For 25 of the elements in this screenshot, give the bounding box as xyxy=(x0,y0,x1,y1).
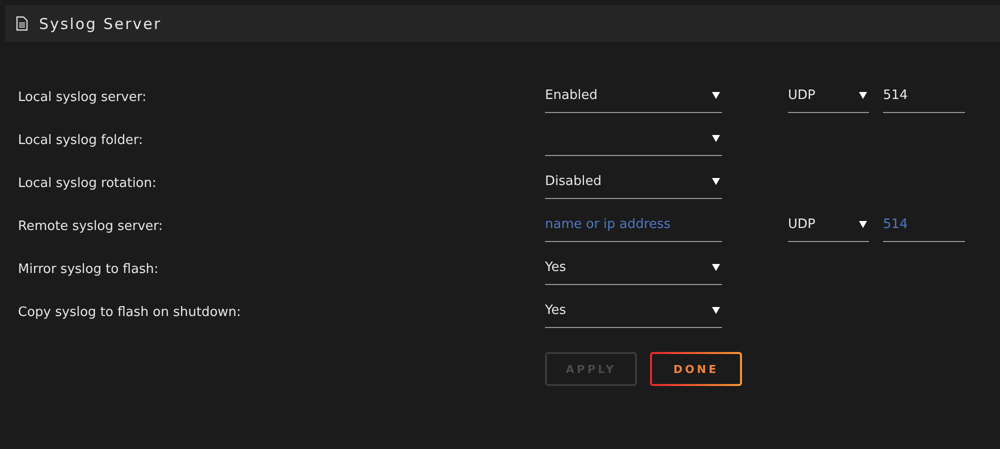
field-label: Remote syslog server: xyxy=(18,219,164,234)
done-button[interactable]: DONE xyxy=(650,352,742,386)
caret-icon xyxy=(859,220,867,228)
dropdown[interactable]: UDP xyxy=(788,213,869,242)
dropdown[interactable]: Enabled xyxy=(545,84,722,113)
dropdown[interactable]: UDP xyxy=(788,84,869,113)
dropdown[interactable]: Yes xyxy=(545,299,722,328)
input-field[interactable]: 514 xyxy=(883,213,965,242)
panel-title: Syslog Server xyxy=(39,14,162,32)
caret-icon xyxy=(712,177,720,185)
input-field[interactable]: name or ip address xyxy=(545,213,722,242)
caret-icon xyxy=(712,91,720,99)
field-label: Local syslog folder: xyxy=(18,133,144,148)
input-field[interactable]: 514 xyxy=(883,84,965,113)
field-label: Local syslog server: xyxy=(18,90,148,105)
document-icon xyxy=(16,16,28,31)
field-label: Local syslog rotation: xyxy=(18,176,158,191)
dropdown[interactable]: Disabled xyxy=(545,170,722,199)
caret-icon xyxy=(712,306,720,314)
dropdown[interactable]: Yes xyxy=(545,256,722,285)
caret-icon xyxy=(712,134,720,142)
caret-icon xyxy=(859,91,867,99)
field-label: Copy syslog to flash on shutdown: xyxy=(18,305,242,320)
field-label: Mirror syslog to flash: xyxy=(18,262,160,277)
caret-icon xyxy=(712,263,720,271)
